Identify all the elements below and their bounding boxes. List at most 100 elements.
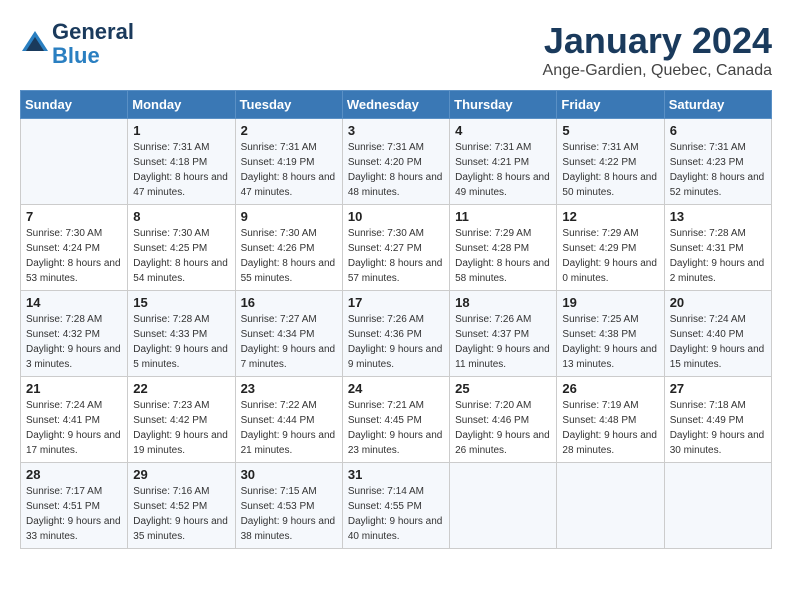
- cell-content: Sunrise: 7:30 AMSunset: 4:26 PMDaylight:…: [241, 226, 337, 286]
- cell-content: Sunrise: 7:20 AMSunset: 4:46 PMDaylight:…: [455, 398, 551, 458]
- day-number: 3: [348, 123, 444, 138]
- cell-content: Sunrise: 7:30 AMSunset: 4:25 PMDaylight:…: [133, 226, 229, 286]
- header-cell-wednesday: Wednesday: [342, 91, 449, 119]
- day-number: 15: [133, 295, 229, 310]
- cell-content: Sunrise: 7:23 AMSunset: 4:42 PMDaylight:…: [133, 398, 229, 458]
- calendar-cell: 28Sunrise: 7:17 AMSunset: 4:51 PMDayligh…: [21, 463, 128, 549]
- day-number: 22: [133, 381, 229, 396]
- logo-text: GeneralBlue: [52, 20, 134, 68]
- calendar-body: 1 Sunrise: 7:31 AMSunset: 4:18 PMDaylight…: [21, 119, 772, 549]
- header: GeneralBlue January 2024 Ange-Gardien, Q…: [20, 20, 772, 80]
- header-cell-tuesday: Tuesday: [235, 91, 342, 119]
- logo: GeneralBlue: [20, 20, 134, 68]
- header-cell-monday: Monday: [128, 91, 235, 119]
- day-number: 6: [670, 123, 766, 138]
- calendar-cell: 17 Sunrise: 7:26 AMSunset: 4:36 PMDayligh…: [342, 291, 449, 377]
- calendar-cell: 24Sunrise: 7:21 AMSunset: 4:45 PMDayligh…: [342, 377, 449, 463]
- calendar-cell: 10 Sunrise: 7:30 AMSunset: 4:27 PMDayligh…: [342, 205, 449, 291]
- cell-content: Sunrise: 7:31 AMSunset: 4:18 PMDaylight:…: [133, 140, 229, 200]
- calendar-cell: 2 Sunrise: 7:31 AMSunset: 4:19 PMDaylight…: [235, 119, 342, 205]
- cell-content: Sunrise: 7:19 AMSunset: 4:48 PMDaylight:…: [562, 398, 658, 458]
- day-number: 23: [241, 381, 337, 396]
- cell-content: Sunrise: 7:31 AMSunset: 4:23 PMDaylight:…: [670, 140, 766, 200]
- cell-content: Sunrise: 7:31 AMSunset: 4:21 PMDaylight:…: [455, 140, 551, 200]
- title-area: January 2024 Ange-Gardien, Quebec, Canad…: [543, 20, 772, 80]
- location-title: Ange-Gardien, Quebec, Canada: [543, 62, 772, 80]
- cell-content: Sunrise: 7:18 AMSunset: 4:49 PMDaylight:…: [670, 398, 766, 458]
- calendar-cell: 30 Sunrise: 7:15 AMSunset: 4:53 PMDayligh…: [235, 463, 342, 549]
- day-number: 28: [26, 467, 122, 482]
- calendar-cell: 15 Sunrise: 7:28 AMSunset: 4:33 PMDayligh…: [128, 291, 235, 377]
- cell-content: Sunrise: 7:22 AMSunset: 4:44 PMDaylight:…: [241, 398, 337, 458]
- calendar-cell: 3Sunrise: 7:31 AMSunset: 4:20 PMDaylight…: [342, 119, 449, 205]
- cell-content: Sunrise: 7:14 AMSunset: 4:55 PMDaylight:…: [348, 484, 444, 544]
- day-number: 7: [26, 209, 122, 224]
- day-number: 29: [133, 467, 229, 482]
- cell-content: Sunrise: 7:30 AMSunset: 4:24 PMDaylight:…: [26, 226, 122, 286]
- day-number: 24: [348, 381, 444, 396]
- day-number: 13: [670, 209, 766, 224]
- cell-content: Sunrise: 7:27 AMSunset: 4:34 PMDaylight:…: [241, 312, 337, 372]
- month-title: January 2024: [543, 20, 772, 62]
- calendar-cell: 14 Sunrise: 7:28 AMSunset: 4:32 PMDayligh…: [21, 291, 128, 377]
- cell-content: Sunrise: 7:26 AMSunset: 4:36 PMDaylight:…: [348, 312, 444, 372]
- day-number: 1: [133, 123, 229, 138]
- calendar-header: SundayMondayTuesdayWednesdayThursdayFrid…: [21, 91, 772, 119]
- header-cell-friday: Friday: [557, 91, 664, 119]
- calendar-cell: 25Sunrise: 7:20 AMSunset: 4:46 PMDayligh…: [450, 377, 557, 463]
- cell-content: Sunrise: 7:31 AMSunset: 4:19 PMDaylight:…: [241, 140, 337, 200]
- day-number: 9: [241, 209, 337, 224]
- cell-content: Sunrise: 7:28 AMSunset: 4:31 PMDaylight:…: [670, 226, 766, 286]
- day-number: 11: [455, 209, 551, 224]
- cell-content: Sunrise: 7:29 AMSunset: 4:28 PMDaylight:…: [455, 226, 551, 286]
- header-cell-saturday: Saturday: [664, 91, 771, 119]
- calendar-cell: 6 Sunrise: 7:31 AMSunset: 4:23 PMDaylight…: [664, 119, 771, 205]
- calendar-cell: 9 Sunrise: 7:30 AMSunset: 4:26 PMDaylight…: [235, 205, 342, 291]
- cell-content: Sunrise: 7:30 AMSunset: 4:27 PMDaylight:…: [348, 226, 444, 286]
- day-number: 20: [670, 295, 766, 310]
- calendar-cell: 23 Sunrise: 7:22 AMSunset: 4:44 PMDayligh…: [235, 377, 342, 463]
- calendar-cell: 31 Sunrise: 7:14 AMSunset: 4:55 PMDayligh…: [342, 463, 449, 549]
- day-number: 12: [562, 209, 658, 224]
- logo-icon: [20, 29, 50, 59]
- calendar-cell: 7 Sunrise: 7:30 AMSunset: 4:24 PMDaylight…: [21, 205, 128, 291]
- calendar-cell: 18 Sunrise: 7:26 AMSunset: 4:37 PMDayligh…: [450, 291, 557, 377]
- cell-content: Sunrise: 7:28 AMSunset: 4:33 PMDaylight:…: [133, 312, 229, 372]
- day-number: 5: [562, 123, 658, 138]
- calendar-cell: [450, 463, 557, 549]
- header-cell-sunday: Sunday: [21, 91, 128, 119]
- cell-content: Sunrise: 7:29 AMSunset: 4:29 PMDaylight:…: [562, 226, 658, 286]
- cell-content: Sunrise: 7:28 AMSunset: 4:32 PMDaylight:…: [26, 312, 122, 372]
- day-number: 30: [241, 467, 337, 482]
- day-number: 8: [133, 209, 229, 224]
- day-number: 14: [26, 295, 122, 310]
- calendar-cell: 29 Sunrise: 7:16 AMSunset: 4:52 PMDayligh…: [128, 463, 235, 549]
- calendar-table: SundayMondayTuesdayWednesdayThursdayFrid…: [20, 90, 772, 549]
- day-number: 21: [26, 381, 122, 396]
- day-number: 2: [241, 123, 337, 138]
- calendar-cell: 12 Sunrise: 7:29 AMSunset: 4:29 PMDayligh…: [557, 205, 664, 291]
- calendar-cell: 22 Sunrise: 7:23 AMSunset: 4:42 PMDayligh…: [128, 377, 235, 463]
- calendar-cell: 16 Sunrise: 7:27 AMSunset: 4:34 PMDayligh…: [235, 291, 342, 377]
- day-number: 17: [348, 295, 444, 310]
- calendar-cell: 21 Sunrise: 7:24 AMSunset: 4:41 PMDayligh…: [21, 377, 128, 463]
- calendar-cell: [557, 463, 664, 549]
- cell-content: Sunrise: 7:24 AMSunset: 4:41 PMDaylight:…: [26, 398, 122, 458]
- cell-content: Sunrise: 7:15 AMSunset: 4:53 PMDaylight:…: [241, 484, 337, 544]
- day-number: 16: [241, 295, 337, 310]
- cell-content: Sunrise: 7:31 AMSunset: 4:22 PMDaylight:…: [562, 140, 658, 200]
- header-cell-thursday: Thursday: [450, 91, 557, 119]
- cell-content: Sunrise: 7:16 AMSunset: 4:52 PMDaylight:…: [133, 484, 229, 544]
- day-number: 10: [348, 209, 444, 224]
- day-number: 18: [455, 295, 551, 310]
- cell-content: Sunrise: 7:26 AMSunset: 4:37 PMDaylight:…: [455, 312, 551, 372]
- calendar-cell: 8 Sunrise: 7:30 AMSunset: 4:25 PMDaylight…: [128, 205, 235, 291]
- day-number: 31: [348, 467, 444, 482]
- day-number: 27: [670, 381, 766, 396]
- day-number: 4: [455, 123, 551, 138]
- calendar-cell: 5 Sunrise: 7:31 AMSunset: 4:22 PMDaylight…: [557, 119, 664, 205]
- calendar-cell: 27 Sunrise: 7:18 AMSunset: 4:49 PMDayligh…: [664, 377, 771, 463]
- calendar-cell: [664, 463, 771, 549]
- calendar-cell: 20Sunrise: 7:24 AMSunset: 4:40 PMDayligh…: [664, 291, 771, 377]
- day-number: 26: [562, 381, 658, 396]
